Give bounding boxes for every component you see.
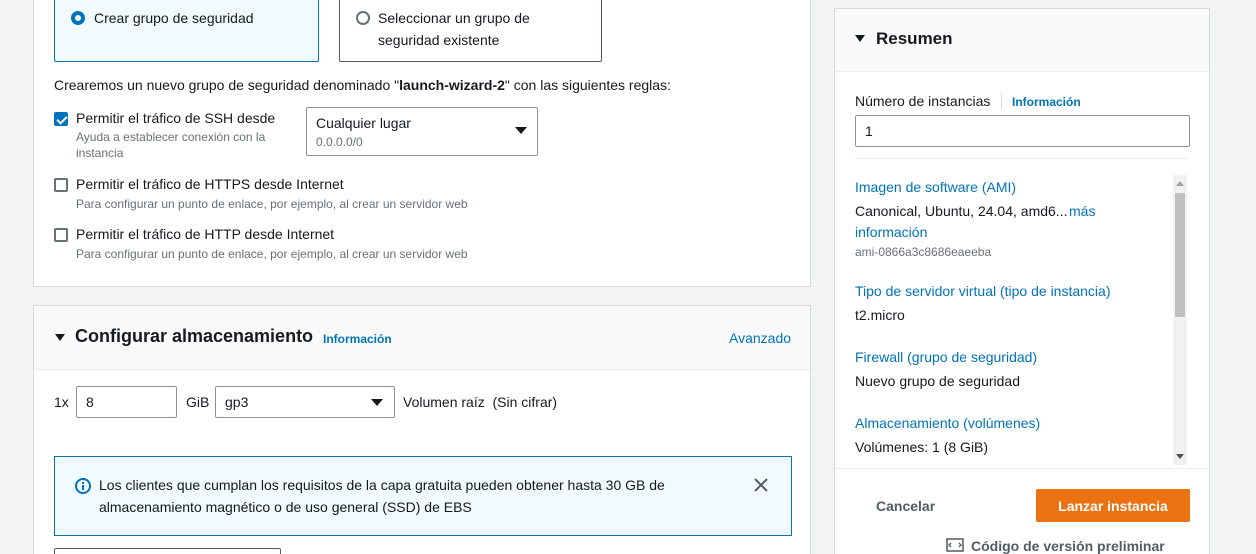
collapse-caret-icon[interactable] [855, 35, 865, 42]
storage-title: Configurar almacenamiento [75, 326, 314, 346]
firewall-value: Nuevo grupo de seguridad [855, 373, 1021, 389]
radio-select-label-line1: Seleccionar un grupo de [378, 10, 530, 26]
http-help: Para configurar un punto de enlace, por … [76, 247, 468, 261]
collapse-caret-icon[interactable] [55, 334, 65, 341]
info-icon [75, 478, 91, 494]
firewall-link[interactable]: Firewall (grupo de seguridad) [855, 349, 1037, 365]
chevron-down-icon [371, 399, 383, 406]
add-volume-button[interactable] [54, 548, 281, 554]
scrollbar-thumb[interactable] [1175, 193, 1185, 317]
launch-instance-button[interactable]: Lanzar instancia [1036, 489, 1190, 522]
ami-id: ami-0866a3c8686eaeeba [855, 245, 992, 259]
ami-more-link-2[interactable]: información [855, 224, 927, 240]
summary-scrollbar[interactable] [1173, 175, 1187, 465]
http-checkbox[interactable] [54, 228, 68, 242]
radio-create-security-group[interactable]: Crear grupo de seguridad [54, 0, 319, 62]
radio-select-label-line2: seguridad existente [378, 32, 500, 48]
ami-value: Canonical, Ubuntu, 24.04, amd6... [855, 203, 1068, 219]
ssh-help-line2: instancia [76, 146, 124, 160]
instances-info-link[interactable]: Información [1012, 95, 1081, 109]
instance-type-value: t2.micro [855, 307, 905, 323]
free-tier-alert: Los clientes que cumplan los requisitos … [54, 456, 792, 536]
code-preview-link[interactable]: Código de versión preliminar [971, 538, 1165, 554]
ssh-checkbox[interactable] [54, 112, 68, 126]
ssh-source-cidr: 0.0.0.0/0 [316, 135, 363, 149]
label-divider [1001, 93, 1002, 109]
http-label: Permitir el tráfico de HTTP desde Intern… [76, 226, 335, 242]
radio-select-existing-group[interactable]: Seleccionar un grupo de seguridad existe… [339, 0, 602, 62]
rules-description: Crearemos un nuevo grupo de seguridad de… [54, 77, 671, 93]
close-icon[interactable] [754, 478, 768, 492]
radio-select-indicator[interactable] [356, 11, 370, 25]
volume-type-select[interactable]: gp3 [215, 386, 395, 418]
instances-input[interactable]: 1 [855, 115, 1190, 147]
scroll-up-arrow-icon[interactable] [1176, 181, 1184, 186]
network-settings-panel: Crear grupo de seguridad Seleccionar un … [33, 0, 811, 287]
https-label: Permitir el tráfico de HTTPS desde Inter… [76, 176, 344, 192]
ami-more-link-1[interactable]: más [1069, 203, 1095, 219]
https-checkbox[interactable] [54, 178, 68, 192]
summary-title: Resumen [876, 29, 953, 48]
alert-text-line1: Los clientes que cumplan los requisitos … [99, 477, 665, 493]
cancel-button[interactable]: Cancelar [876, 498, 935, 514]
storage-info-link[interactable]: Información [323, 332, 392, 346]
ssh-label: Permitir el tráfico de SSH desde [76, 110, 276, 126]
scroll-down-arrow-icon[interactable] [1176, 454, 1184, 459]
ssh-source-select[interactable]: Cualquier lugar 0.0.0.0/0 [306, 107, 538, 156]
storage-volumes-link[interactable]: Almacenamiento (volúmenes) [855, 415, 1040, 431]
volume-unit: GiB [186, 394, 210, 410]
https-help: Para configurar un punto de enlace, por … [76, 197, 468, 211]
summary-panel: Resumen Número de instancias Información… [834, 8, 1210, 554]
code-preview-icon [946, 538, 964, 552]
volume-size-input[interactable]: 8 [76, 386, 177, 418]
radio-create-indicator[interactable] [71, 11, 85, 25]
alert-text-line2: almacenamiento magnético o de uso genera… [99, 499, 472, 515]
footer-divider [835, 468, 1209, 469]
storage-volumes-value: Volúmenes: 1 (8 GiB) [855, 439, 989, 455]
chevron-down-icon [515, 127, 527, 134]
summary-divider [855, 158, 1190, 159]
ssh-help-line1: Ayuda a establecer conexión con la [76, 130, 266, 144]
radio-create-label: Crear grupo de seguridad [94, 10, 254, 26]
advanced-link[interactable]: Avanzado [729, 330, 791, 346]
instance-type-link[interactable]: Tipo de servidor virtual (tipo de instan… [855, 283, 1111, 299]
security-group-name: launch-wizard-2 [399, 77, 505, 93]
ami-link[interactable]: Imagen de software (AMI) [855, 179, 1016, 195]
storage-panel: Configurar almacenamiento Información Av… [33, 305, 811, 554]
ssh-source-value: Cualquier lugar [316, 115, 411, 131]
volume-count: 1x [54, 394, 69, 410]
instances-label: Número de instancias [855, 93, 991, 109]
volume-description: Volumen raíz (Sin cifrar) [403, 394, 558, 410]
